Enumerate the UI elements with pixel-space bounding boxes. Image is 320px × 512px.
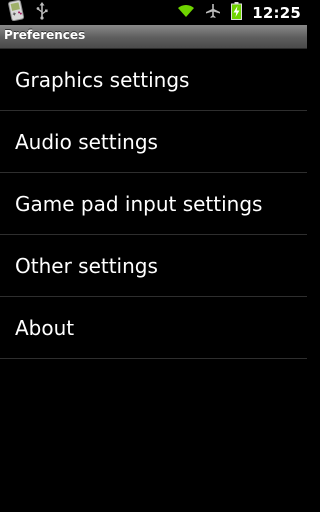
menu-item-label: About xyxy=(15,315,75,340)
menu-item-graphics-settings[interactable]: Graphics settings xyxy=(0,49,307,111)
page-title: Preferences xyxy=(4,28,86,42)
airplane-mode-icon xyxy=(205,3,221,23)
clock: 12:25 xyxy=(252,3,301,22)
menu-item-game-pad-input-settings[interactable]: Game pad input settings xyxy=(0,173,307,235)
menu-item-audio-settings[interactable]: Audio settings xyxy=(0,111,307,173)
menu-item-label: Game pad input settings xyxy=(15,191,263,216)
menu-item-about[interactable]: About xyxy=(0,297,307,359)
menu-item-label: Graphics settings xyxy=(15,67,190,92)
title-bar: Preferences xyxy=(0,25,307,49)
menu-item-label: Audio settings xyxy=(15,129,158,154)
menu-item-other-settings[interactable]: Other settings xyxy=(0,235,307,297)
notification-icons xyxy=(6,0,48,25)
menu-item-label: Other settings xyxy=(15,253,158,278)
status-bar: 12:25 xyxy=(0,0,307,25)
system-icons: 12:25 xyxy=(177,1,301,24)
gameboy-app-icon xyxy=(6,0,26,25)
usb-icon xyxy=(36,1,48,24)
wifi-icon xyxy=(177,3,195,22)
preferences-list: Graphics settings Audio settings Game pa… xyxy=(0,49,307,359)
battery-charging-icon xyxy=(231,1,243,24)
